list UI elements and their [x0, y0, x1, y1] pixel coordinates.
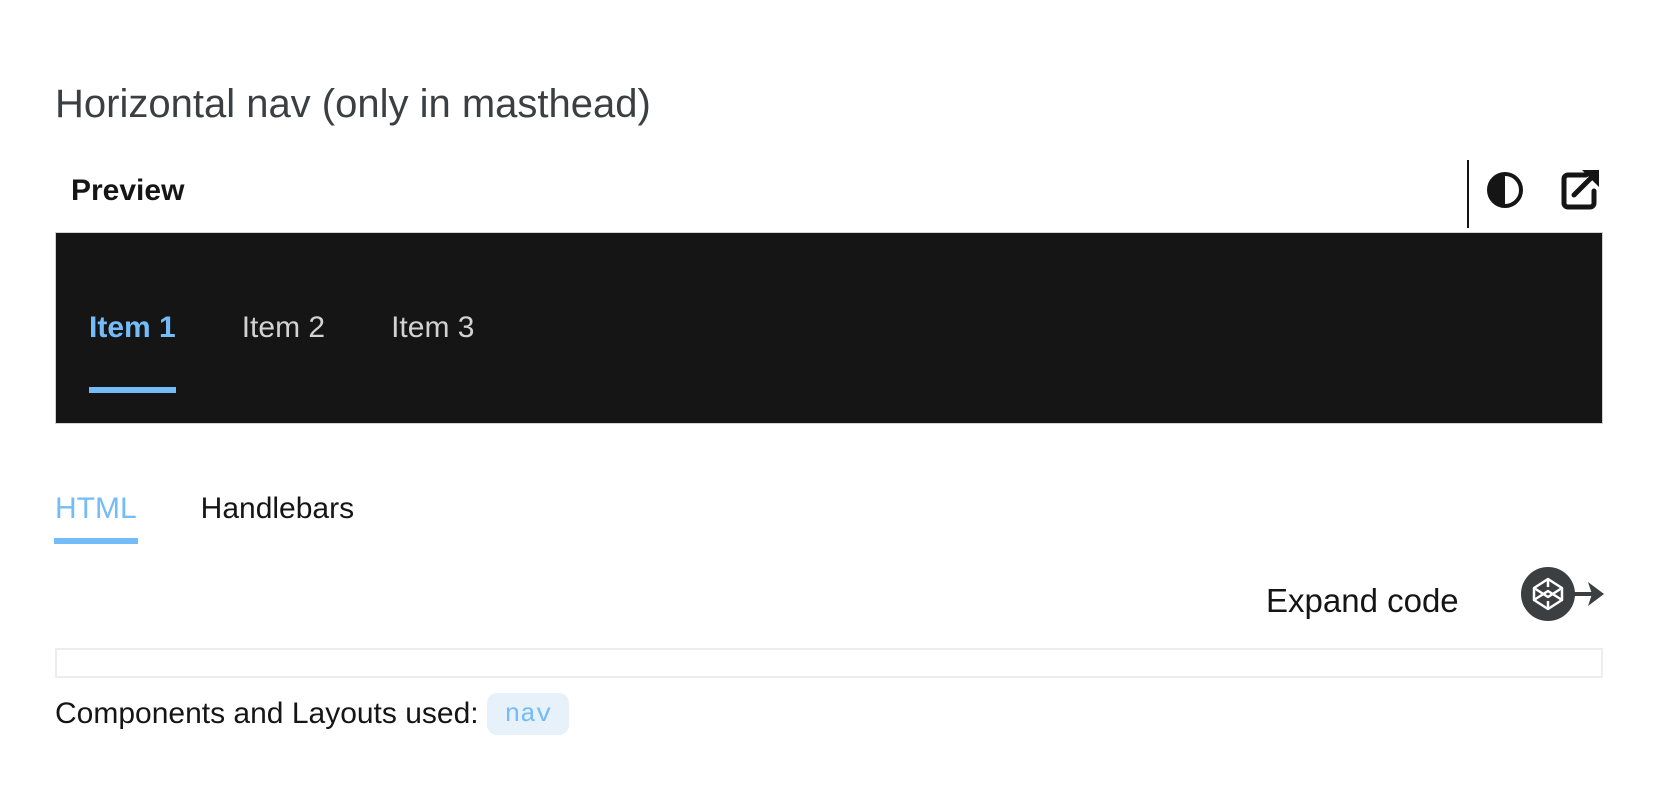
horizontal-nav: Item 1 Item 2 Item 3 [56, 233, 474, 423]
toolbar-divider [1467, 160, 1469, 228]
theme-toggle-button[interactable] [1481, 168, 1529, 216]
external-link-icon [1556, 167, 1602, 218]
open-new-window-button[interactable] [1555, 168, 1603, 216]
tab-handlebars[interactable]: Handlebars [201, 492, 354, 544]
contrast-icon [1485, 170, 1525, 215]
component-badge-nav[interactable]: nav [486, 693, 570, 735]
expand-code-button[interactable]: Expand code [1266, 582, 1459, 620]
codepen-button[interactable] [1520, 566, 1606, 622]
preview-label: Preview [71, 174, 185, 207]
code-tabs: HTML Handlebars [54, 492, 418, 544]
nav-item-3[interactable]: Item 3 [391, 233, 474, 423]
nav-item-1[interactable]: Item 1 [89, 233, 176, 423]
components-label: Components and Layouts used: [55, 697, 479, 730]
preview-toolbar: Preview [55, 160, 1603, 232]
code-block [55, 648, 1603, 678]
codepen-icon [1520, 567, 1606, 626]
page-title: Horizontal nav (only in masthead) [55, 82, 651, 126]
nav-item-2[interactable]: Item 2 [242, 233, 325, 423]
preview-area: Item 1 Item 2 Item 3 [55, 232, 1603, 424]
tab-html[interactable]: HTML [54, 492, 138, 544]
components-used: Components and Layouts used: nav [55, 692, 570, 736]
